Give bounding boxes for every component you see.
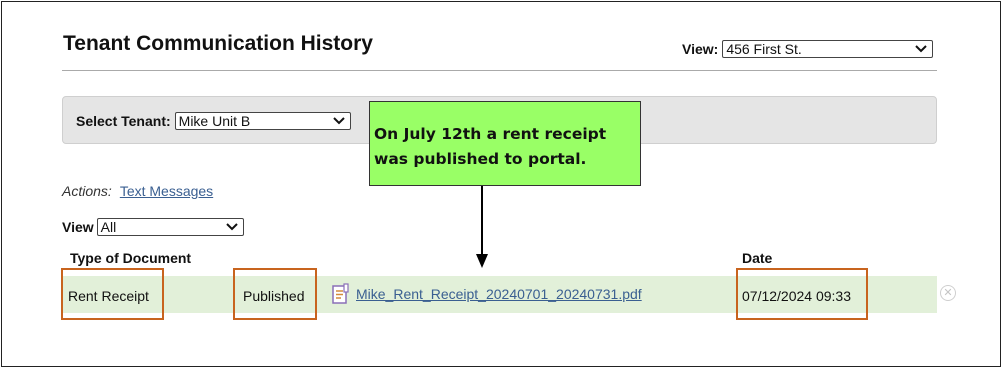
view-filter-select[interactable]: All xyxy=(96,218,244,236)
chevron-down-icon xyxy=(332,117,345,125)
tenant-select[interactable]: Mike Unit B xyxy=(174,112,351,130)
view-filter-value: All xyxy=(100,219,117,235)
page-title: Tenant Communication History xyxy=(63,32,373,55)
text-messages-link[interactable]: Text Messages xyxy=(120,183,213,199)
annotation-arrow-shaft xyxy=(481,186,483,256)
annotation-callout: On July 12th a rent receipt was publishe… xyxy=(369,101,641,186)
close-circle-icon[interactable]: ✕ xyxy=(940,285,956,301)
view-filter-label: View xyxy=(62,219,94,235)
highlight-box-date xyxy=(736,268,868,320)
row-file: Mike_Rent_Receipt_20240701_20240731.pdf xyxy=(331,283,642,305)
highlight-box-status xyxy=(233,268,317,320)
file-link[interactable]: Mike_Rent_Receipt_20240701_20240731.pdf xyxy=(356,286,642,302)
property-select-value: 456 First St. xyxy=(726,41,802,57)
highlight-box-type xyxy=(61,268,164,320)
column-header-date: Date xyxy=(742,250,773,266)
annotation-arrow-head xyxy=(476,254,488,268)
property-view-label: View: xyxy=(682,41,719,57)
tenant-select-group: Select Tenant: Mike Unit B xyxy=(76,112,351,130)
title-divider xyxy=(62,70,937,71)
tenant-select-label: Select Tenant: xyxy=(76,113,171,129)
document-icon xyxy=(332,283,349,304)
tenant-select-value: Mike Unit B xyxy=(178,113,251,129)
property-select[interactable]: 456 First St. xyxy=(722,40,934,58)
chevron-down-icon xyxy=(225,223,238,231)
column-header-type: Type of Document xyxy=(70,250,192,266)
property-view: View: 456 First St. xyxy=(682,40,934,58)
actions-label: Actions: xyxy=(62,183,112,199)
actions-bar: Actions: Text Messages xyxy=(62,183,213,199)
chevron-down-icon xyxy=(915,45,928,53)
view-filter: View All xyxy=(62,218,244,236)
